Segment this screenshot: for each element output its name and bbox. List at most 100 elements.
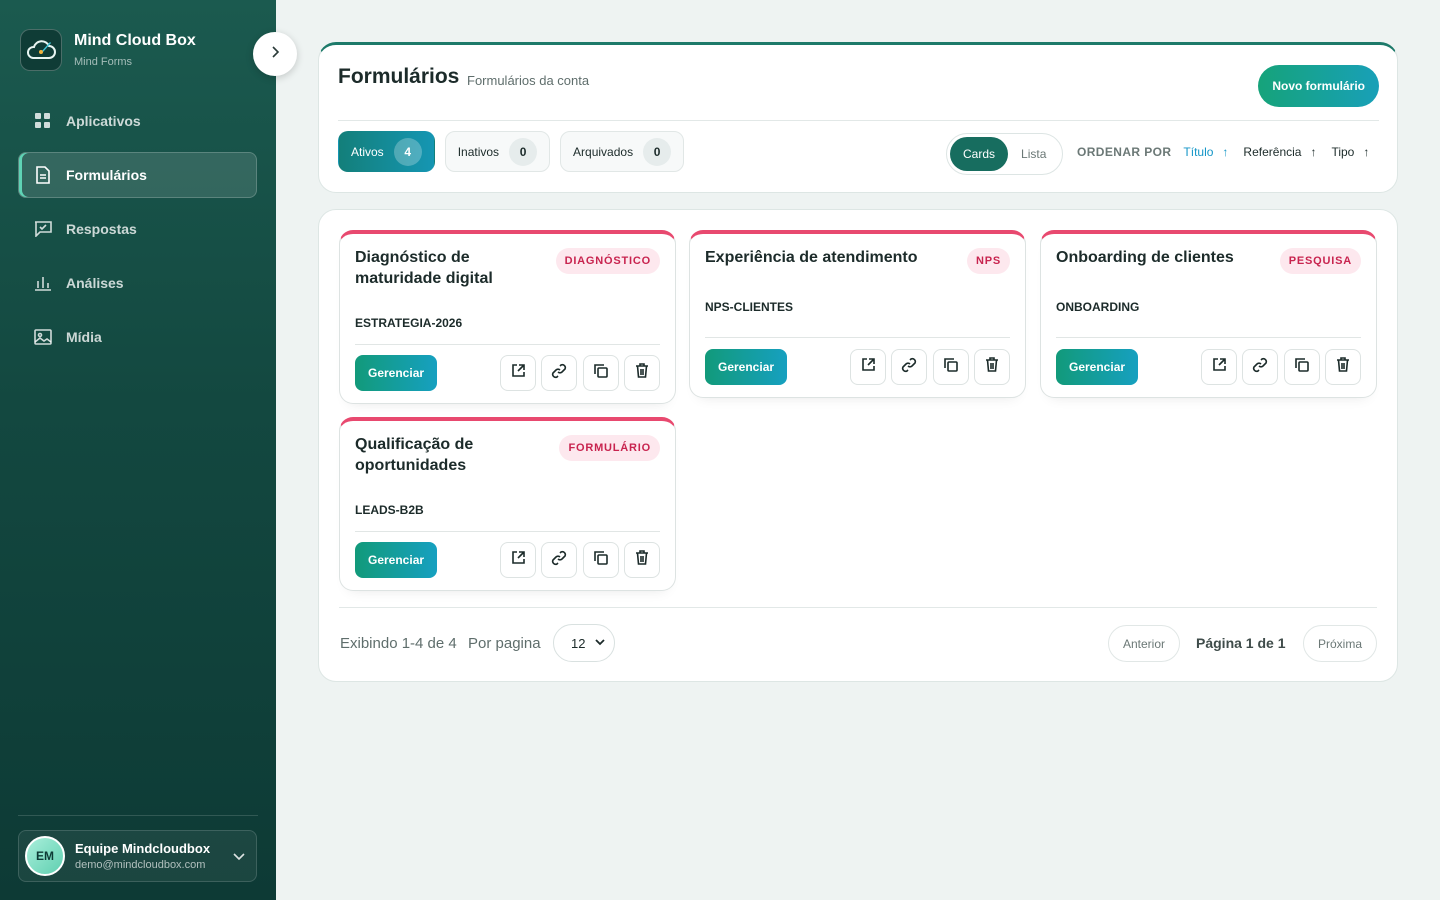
sort-reference-button[interactable]: Referência ↑ (1243, 145, 1316, 159)
sidebar-item-analises[interactable]: Análises (18, 260, 257, 306)
manage-button[interactable]: Gerenciar (1056, 349, 1139, 385)
filter-inativos[interactable]: Inativos 0 (444, 131, 551, 172)
count-badge: 0 (509, 137, 538, 166)
view-list-button[interactable]: Lista (1008, 137, 1059, 171)
manage-button[interactable]: Gerenciar (705, 349, 788, 385)
manage-button[interactable]: Gerenciar (355, 355, 438, 391)
delete-button[interactable] (1325, 349, 1361, 385)
card-type-badge: FORMULÁRIO (559, 435, 660, 461)
document-icon (33, 165, 53, 185)
count-badge: 0 (643, 137, 672, 166)
user-name: Equipe Mindcloudbox (75, 841, 211, 856)
duplicate-button[interactable] (1284, 349, 1320, 385)
open-external-button[interactable] (500, 355, 536, 391)
filter-label: Ativos (351, 144, 384, 159)
delete-button[interactable] (624, 542, 660, 578)
sidebar-item-midia[interactable]: Mídia (18, 314, 257, 360)
copy-link-button[interactable] (891, 349, 927, 385)
card-title: Diagnóstico de maturidade digital (355, 249, 493, 287)
next-page-button[interactable]: Próxima (1303, 625, 1378, 662)
card-title: Qualificação de oportunidades (355, 436, 474, 474)
card-reference: LEADS-B2B (355, 503, 424, 517)
duplicate-button[interactable] (583, 355, 619, 391)
card-type-badge: NPS (966, 248, 1010, 274)
copy-link-button[interactable] (541, 542, 577, 578)
avatar: EM (25, 836, 65, 876)
trash-icon (635, 363, 649, 383)
header-divider (338, 120, 1379, 121)
open-external-button[interactable] (850, 349, 886, 385)
sort-type-button[interactable]: Tipo ↑ (1331, 145, 1369, 159)
page-subtitle: Formulários da conta (467, 73, 590, 88)
sidebar-item-label: Análises (66, 275, 124, 291)
trash-icon (985, 357, 999, 377)
brand[interactable]: Mind Cloud Box Mind Forms (20, 29, 196, 71)
link-icon (551, 363, 567, 384)
sidebar-item-formularios[interactable]: Formulários (18, 152, 257, 198)
arrow-up-icon: ↑ (1363, 145, 1370, 159)
pagination-divider (339, 607, 1377, 608)
page-title: Formulários (338, 65, 460, 88)
status-filters: Ativos 4 Inativos 0 Arquivados 0 (338, 131, 694, 172)
trash-icon (635, 550, 649, 570)
view-cards-button[interactable]: Cards (950, 137, 1009, 171)
duplicate-button[interactable] (583, 542, 619, 578)
delete-button[interactable] (624, 355, 660, 391)
form-card: Qualificação de oportunidades FORMULÁRIO… (339, 417, 676, 591)
copy-icon (594, 363, 608, 383)
card-reference: ONBOARDING (1056, 300, 1140, 314)
sidebar-item-label: Mídia (66, 329, 102, 345)
sidebar-item-aplicativos[interactable]: Aplicativos (18, 98, 257, 144)
form-card: Onboarding de clientes PESQUISA ONBOARDI… (1040, 230, 1377, 398)
brand-subtitle: Mind Forms (74, 56, 133, 68)
copy-icon (594, 550, 608, 570)
card-type-badge: DIAGNÓSTICO (555, 248, 660, 274)
sidebar-nav: Aplicativos Formulários Respostas Anális… (18, 98, 257, 368)
sidebar-toggle-button[interactable] (253, 32, 297, 76)
manage-button[interactable]: Gerenciar (355, 542, 438, 578)
trash-icon (1336, 357, 1350, 377)
card-type-badge: PESQUISA (1279, 248, 1361, 274)
card-reference: ESTRATEGIA-2026 (355, 316, 463, 330)
sidebar-item-label: Formulários (66, 167, 147, 183)
previous-page-button[interactable]: Anterior (1108, 625, 1181, 662)
delete-button[interactable] (974, 349, 1010, 385)
copy-link-button[interactable] (541, 355, 577, 391)
sidebar: Mind Cloud Box Mind Forms Aplicativos Fo… (0, 0, 276, 900)
chevron-down-icon[interactable] (232, 849, 246, 868)
page-indicator: Página 1 de 1 (1196, 635, 1286, 651)
chevron-down-icon (594, 636, 606, 651)
view-toggle: Cards Lista (946, 133, 1064, 175)
form-card: Experiência de atendimento NPS NPS-CLIEN… (689, 230, 1026, 398)
bar-chart-icon (33, 273, 53, 293)
sidebar-divider (18, 815, 258, 816)
card-divider (1056, 337, 1361, 338)
form-card: Diagnóstico de maturidade digital DIAGNÓ… (339, 230, 676, 404)
filter-ativos[interactable]: Ativos 4 (338, 131, 435, 172)
link-icon (1252, 357, 1268, 378)
filter-arquivados[interactable]: Arquivados 0 (560, 131, 685, 172)
user-menu[interactable]: EM Equipe Mindcloudbox demo@mindcloudbox… (18, 830, 257, 882)
card-divider (705, 337, 1010, 338)
card-reference: NPS-CLIENTES (705, 300, 794, 314)
card-divider (355, 344, 660, 345)
forms-content-panel: Diagnóstico de maturidade digital DIAGNÓ… (318, 209, 1398, 682)
external-link-icon (511, 363, 526, 383)
link-icon (901, 357, 917, 378)
filter-label: Arquivados (573, 144, 634, 159)
brand-name: Mind Cloud Box (74, 32, 196, 49)
external-link-icon (861, 357, 876, 377)
copy-link-button[interactable] (1242, 349, 1278, 385)
sidebar-item-respostas[interactable]: Respostas (18, 206, 257, 252)
chevron-right-icon (269, 45, 281, 64)
link-icon (551, 550, 567, 571)
duplicate-button[interactable] (933, 349, 969, 385)
sort-title-button[interactable]: Título ↑ (1183, 145, 1228, 159)
open-external-button[interactable] (1201, 349, 1237, 385)
card-title: Experiência de atendimento (705, 249, 918, 266)
sidebar-item-label: Aplicativos (66, 113, 141, 129)
grid-icon (33, 111, 53, 131)
per-page-select[interactable]: 12 (553, 624, 615, 662)
open-external-button[interactable] (500, 542, 536, 578)
new-form-button[interactable]: Novo formulário (1258, 65, 1379, 107)
